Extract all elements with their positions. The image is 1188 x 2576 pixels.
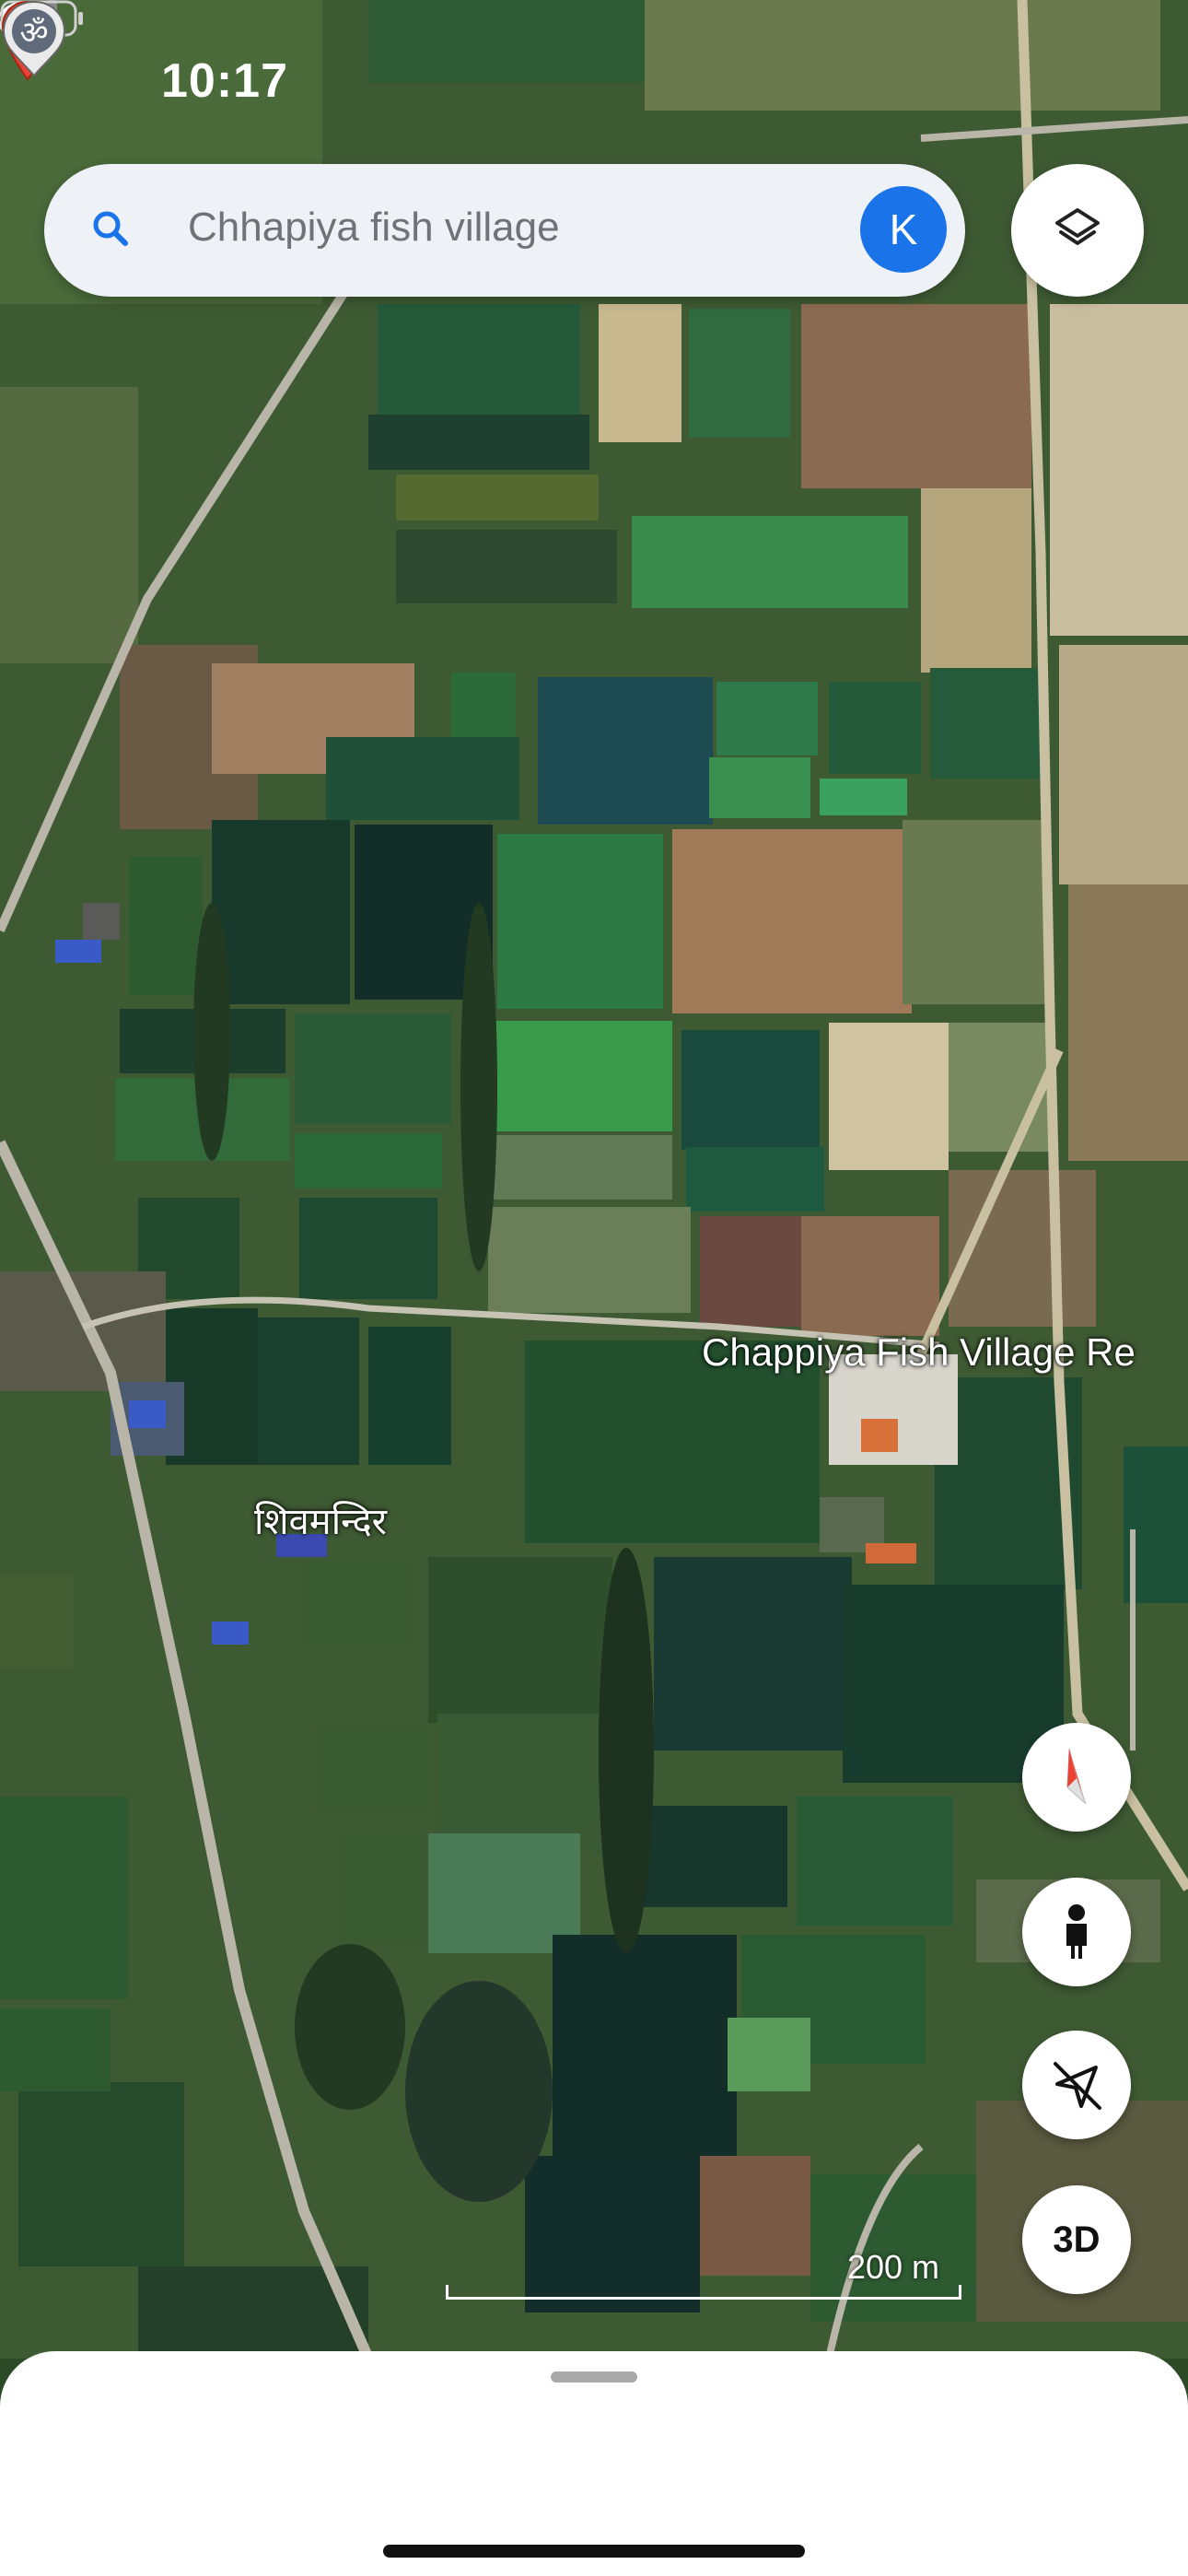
layers-button[interactable] [1011,164,1144,297]
3d-toggle-button[interactable]: 3D [1022,2185,1131,2294]
search-query[interactable]: Chhapiya fish village [188,205,560,251]
home-indicator [383,2545,805,2558]
navigation-button[interactable] [1022,2031,1131,2139]
om-glyph: ॐ [19,15,48,52]
sheet-drag-handle[interactable] [551,2371,637,2383]
scale-ruler [446,2285,961,2300]
scale-bar: 200 m [446,2248,961,2300]
account-avatar[interactable]: K [860,186,947,273]
search-bar[interactable]: Chhapiya fish village K [44,164,965,297]
satellite-imagery [0,0,1188,2359]
search-icon [93,211,128,246]
status-bar: 10:17 [0,0,1188,157]
bottom-sheet[interactable] [0,2351,1188,2576]
temple-label[interactable]: शिवमन्दिर [254,1494,387,1545]
scale-label: 200 m [846,2248,939,2286]
layers-icon [1055,208,1100,245]
compass-icon [1066,1748,1087,1805]
temple-place-icon[interactable]: ॐ [0,0,68,77]
satellite-map[interactable]: 10:17 Chhapiya fish village K Chappiya F… [0,0,1188,2359]
compass-button[interactable] [1022,1723,1131,1832]
place-label[interactable]: Chappiya Fish Village Re [702,1330,1136,1375]
navigation-off-icon [1054,2062,1101,2110]
3d-label: 3D [1053,2219,1101,2260]
street-view-button[interactable] [1022,1878,1131,1986]
status-time: 10:17 [161,54,288,108]
pegman-icon [1066,1904,1087,1959]
